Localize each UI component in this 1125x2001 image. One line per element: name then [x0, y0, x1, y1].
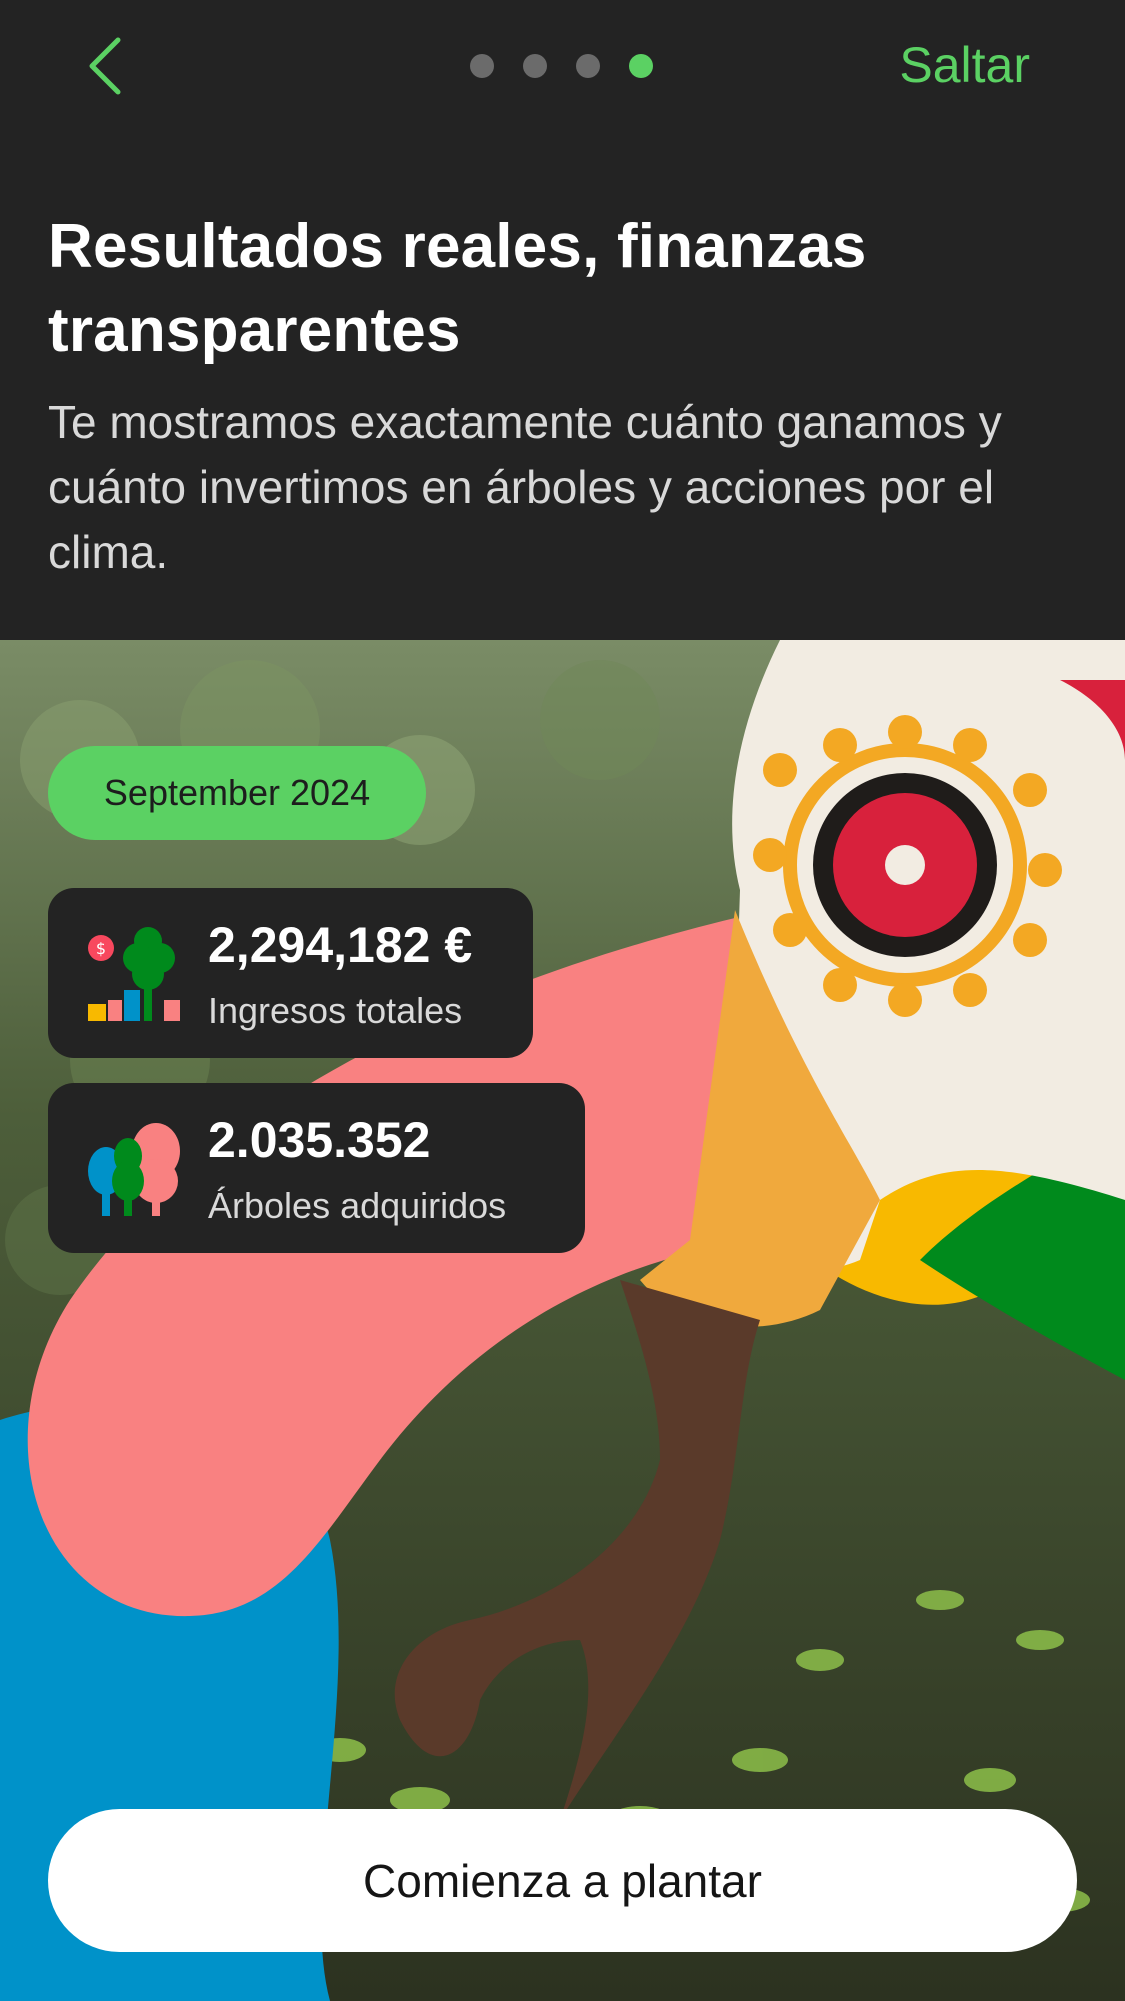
revenue-chart-icon: $: [86, 926, 181, 1021]
page-title: Resultados reales, finanzas transparente…: [48, 212, 867, 365]
page-subtitle: Te mostramos exactamente cuánto ganamos …: [48, 396, 1002, 578]
trees-card: 2.035.352 Árboles adquiridos: [48, 1083, 585, 1253]
top-bar: Saltar: [0, 0, 1125, 140]
hero-image: [0, 640, 1125, 2001]
trees-value: 2.035.352: [208, 1112, 431, 1168]
start-planting-button[interactable]: Comienza a plantar: [48, 1809, 1077, 1952]
page-dot-1: [470, 54, 494, 78]
revenue-label: Ingresos totales: [208, 990, 463, 1031]
back-button[interactable]: [80, 32, 140, 102]
revenue-card: $ 2,294,182 € Ingresos totales: [48, 888, 533, 1058]
svg-text:$: $: [96, 939, 106, 958]
page-dot-4-active: [629, 54, 653, 78]
page-dot-3: [576, 54, 600, 78]
chevron-left-icon: [89, 37, 121, 95]
month-badge[interactable]: September 2024: [48, 746, 426, 840]
trees-label: Árboles adquiridos: [208, 1185, 507, 1226]
revenue-value: 2,294,182 €: [208, 917, 473, 973]
skip-button[interactable]: Saltar: [899, 36, 1030, 94]
page-dot-2: [523, 54, 547, 78]
page-indicator: [470, 54, 653, 78]
trees-icon: [86, 1121, 181, 1216]
